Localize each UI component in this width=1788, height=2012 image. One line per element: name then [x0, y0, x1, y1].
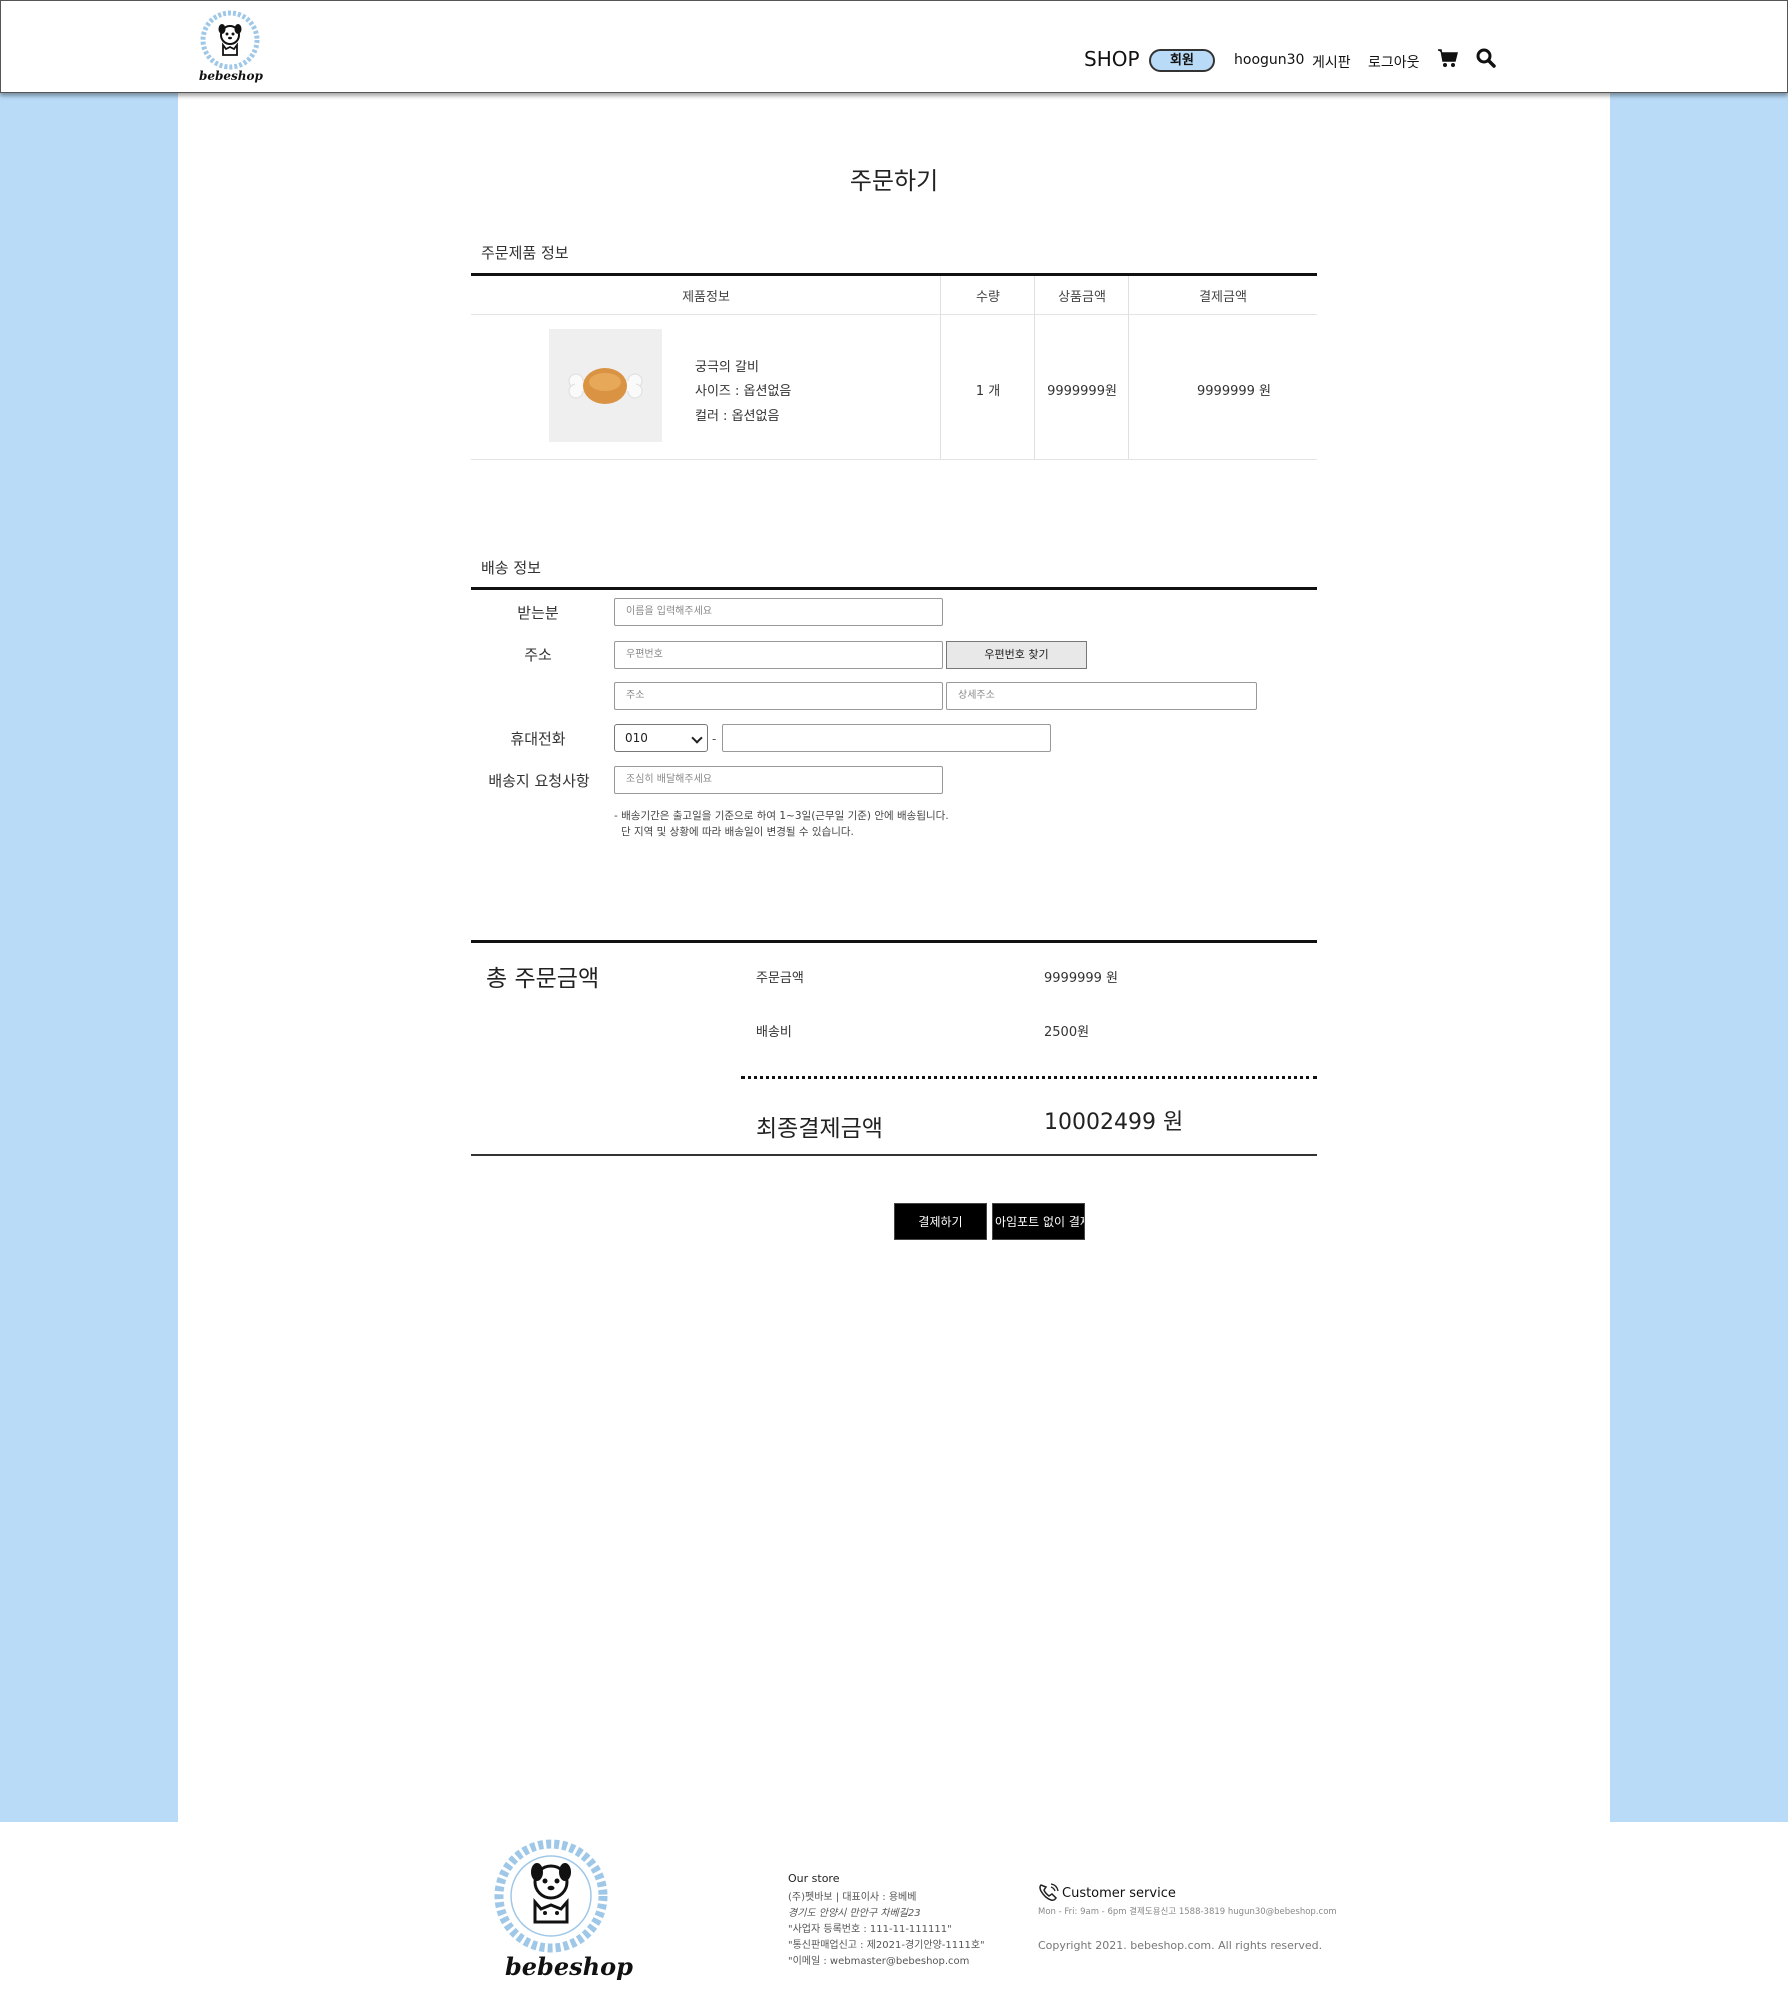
recipient-label: 받는분: [517, 604, 559, 622]
delivery-note: 단 지역 및 상황에 따라 배송일이 변경될 수 있습니다.: [621, 826, 854, 838]
product-name[interactable]: 궁극의 갈비: [695, 356, 759, 375]
product-price: 9999999원: [1047, 384, 1117, 399]
order-table-top-rule: [471, 273, 1317, 276]
store-info-line: "사업자 등록번호 : 111-11-111111": [788, 1924, 952, 1935]
col-divider: [940, 276, 941, 459]
request-input[interactable]: 조심히 배달해주세요: [614, 766, 943, 794]
left-side-band: [0, 93, 178, 1822]
copyright: Copyright 2021. bebeshop.com. All rights…: [1038, 1939, 1323, 1952]
order-amount-label: 주문금액: [756, 971, 804, 986]
store-info-line: (주)펫바보 | 대표이사 : 용베베: [788, 1892, 917, 1903]
store-info-line: "통신판매업신고 : 제2021-경기안양-1111호": [788, 1940, 985, 1951]
logo[interactable]: bebeshop: [199, 9, 263, 87]
product-quantity: 1 개: [975, 384, 1001, 399]
col-payment: 결제금액: [1199, 290, 1247, 305]
request-label: 배송지 요청사항: [488, 772, 590, 790]
order-table-bottom-rule: [471, 459, 1317, 460]
pay-button[interactable]: 결제하기: [894, 1203, 987, 1240]
phone-icon: [1038, 1882, 1060, 1902]
phone-label: 휴대전화: [510, 730, 566, 748]
col-divider: [1128, 276, 1129, 459]
address-input[interactable]: 주소: [614, 682, 943, 710]
nav-user[interactable]: hoogun30: [1234, 52, 1304, 68]
chevron-down-icon: [691, 732, 703, 744]
dog-cat-logo-icon: [494, 1839, 608, 1953]
delivery-note: - 배송기간은 출고일을 기준으로 하여 1~3일(근무일 기준) 안에 배송됩…: [614, 810, 949, 822]
cart-icon[interactable]: [1437, 47, 1461, 71]
store-title: Our store: [788, 1872, 840, 1885]
product-size: 사이즈 : 옵션없음: [695, 384, 792, 399]
col-product-info: 제품정보: [682, 290, 730, 305]
phone-prefix-select[interactable]: 010: [614, 724, 708, 752]
shipping-fee-value: 2500원: [1044, 1025, 1090, 1040]
address-label: 주소: [524, 646, 552, 664]
delivery-top-rule: [471, 587, 1317, 590]
header-row-divider: [471, 314, 1317, 315]
pay-without-iamport-button[interactable]: 아임포트 없이 결제: [992, 1203, 1085, 1240]
customer-service-info: Mon - Fri: 9am - 6pm 결제도용신고 1588-3819 hu…: [1038, 1907, 1337, 1917]
product-color: 컬러 : 옵션없음: [695, 409, 780, 424]
total-order-title: 총 주문금액: [486, 966, 600, 992]
col-divider: [1034, 276, 1035, 459]
zipcode-input[interactable]: 우편번호: [614, 641, 943, 669]
summary-top-rule: [471, 940, 1317, 943]
order-amount-value: 9999999 원: [1044, 971, 1118, 986]
right-side-band: [1610, 93, 1788, 1822]
phone-dash: -: [712, 732, 717, 746]
summary-dotted-divider: [741, 1076, 1317, 1079]
col-quantity: 수량: [976, 290, 1000, 305]
shipping-fee-label: 배송비: [756, 1025, 792, 1040]
store-info-line: "이메일 : webmaster@bebeshop.com: [788, 1956, 970, 1967]
delivery-section-title: 배송 정보: [481, 559, 541, 577]
phone-number-input[interactable]: [722, 724, 1051, 752]
store-info-line: 경기도 안양시 만안구 차베길23: [788, 1908, 921, 1919]
recipient-input[interactable]: 이름을 입력해주세요: [614, 598, 943, 626]
nav-logout[interactable]: 로그아웃: [1368, 52, 1420, 72]
search-icon[interactable]: [1475, 47, 1499, 71]
detail-address-input[interactable]: 상세주소: [946, 682, 1257, 710]
phone-prefix-value: 010: [625, 731, 648, 745]
footer-logo-text: bebeshop: [505, 1952, 633, 1981]
find-zipcode-button[interactable]: 우편번호 찾기: [946, 641, 1087, 669]
nav-member[interactable]: 회원: [1149, 49, 1215, 72]
customer-service-title: Customer service: [1062, 1886, 1176, 1901]
site-header: bebeshop SHOP 회원 hoogun30 게시판 로그아웃: [0, 0, 1788, 93]
product-image[interactable]: [549, 329, 662, 442]
final-amount-label: 최종결제금액: [756, 1116, 883, 1142]
col-price: 상품금액: [1058, 290, 1106, 305]
nav-shop[interactable]: SHOP: [1084, 47, 1140, 71]
final-amount-value: 10002499 원: [1044, 1110, 1184, 1135]
dog-cat-logo-icon: [200, 10, 260, 70]
summary-bottom-rule: [471, 1154, 1317, 1156]
product-payment: 9999999 원: [1197, 384, 1271, 399]
order-section-title: 주문제품 정보: [481, 244, 569, 262]
logo-text: bebeshop: [199, 69, 263, 83]
nav-board[interactable]: 게시판: [1312, 52, 1351, 72]
page-title: 주문하기: [849, 167, 939, 195]
